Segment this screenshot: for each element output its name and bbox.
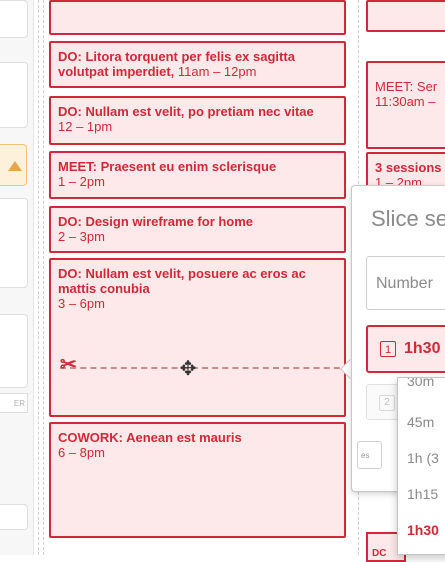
event-title: COWORK: Aenean est mauris: [58, 430, 242, 445]
dropdown-option[interactable]: 1h (3: [407, 450, 439, 466]
event-card[interactable]: DO: Litora torquent per felis ex sagitta…: [49, 41, 346, 88]
event-title: 3 sessions: [375, 160, 442, 175]
duration-dropdown: 30m 45m 1h (3 1h15 1h30: [397, 377, 445, 555]
event-time: 11am – 12pm: [174, 64, 257, 79]
event-title: DO: Nullam est velit, po pretiam nec vit…: [58, 104, 314, 119]
left-edge-label: ER: [0, 393, 28, 413]
event-title: MEET: Praesent eu enim sclerisque: [58, 159, 277, 174]
event-title: DO: Design wireframe for home: [58, 214, 254, 229]
dropdown-option[interactable]: 45m: [407, 414, 434, 430]
slice-cut-line[interactable]: [60, 367, 350, 369]
event-card[interactable]: [49, 0, 346, 35]
event-time: 11:30am –: [375, 94, 436, 109]
dropdown-option[interactable]: 1h15: [407, 486, 438, 502]
event-time: 2 – 3pm: [58, 229, 105, 244]
selected-duration-label: 1h30: [404, 340, 441, 357]
event-time: 1 – 2pm: [58, 174, 105, 189]
event-card[interactable]: COWORK: Aenean est mauris 6 – 8pm: [49, 422, 346, 538]
left-event-card[interactable]: [0, 62, 28, 128]
right-event-card[interactable]: [366, 0, 445, 32]
right-event-card[interactable]: MEET: Ser 11:30am –: [366, 61, 445, 149]
left-highlight-card[interactable]: [0, 144, 27, 186]
event-card[interactable]: MEET: Praesent eu enim sclerisque 1 – 2p…: [49, 151, 346, 199]
left-event-card[interactable]: [0, 504, 28, 530]
slice-index-badge: 1: [380, 341, 396, 357]
popover-title: Slice se: [371, 206, 445, 231]
number-input[interactable]: Number: [366, 256, 445, 310]
slice-index-badge: 2: [379, 395, 395, 411]
event-card[interactable]: DO: Nullam est velit, po pretiam nec vit…: [49, 96, 346, 145]
event-time: 6 – 8pm: [58, 445, 105, 460]
left-event-card[interactable]: [0, 0, 28, 38]
column-divider: [38, 0, 39, 555]
left-event-card[interactable]: [0, 198, 28, 288]
event-title: MEET: Ser: [375, 79, 438, 94]
event-card-being-sliced[interactable]: DO: Nullam est velit, posuere ac eros ac…: [49, 258, 346, 417]
left-event-card[interactable]: [0, 314, 28, 388]
dropdown-option[interactable]: 30m: [407, 378, 434, 389]
move-cursor-icon: ✥: [179, 358, 197, 380]
event-time: 12 – 1pm: [58, 119, 113, 134]
popover-button[interactable]: es: [357, 441, 382, 469]
scissors-icon: ✂: [60, 354, 77, 376]
warning-triangle-icon: [8, 161, 22, 171]
dropdown-option-selected[interactable]: 1h30: [407, 522, 439, 538]
event-time: 3 – 6pm: [58, 296, 105, 311]
right-event-card[interactable]: 3 sessions 1 – 2pm: [366, 152, 445, 188]
duration-select-selected[interactable]: 1 1h30: [366, 325, 445, 373]
event-title: DO: Nullam est velit, posuere ac eros ac…: [58, 266, 306, 296]
event-card[interactable]: DO: Design wireframe for home 2 – 3pm: [49, 206, 346, 253]
